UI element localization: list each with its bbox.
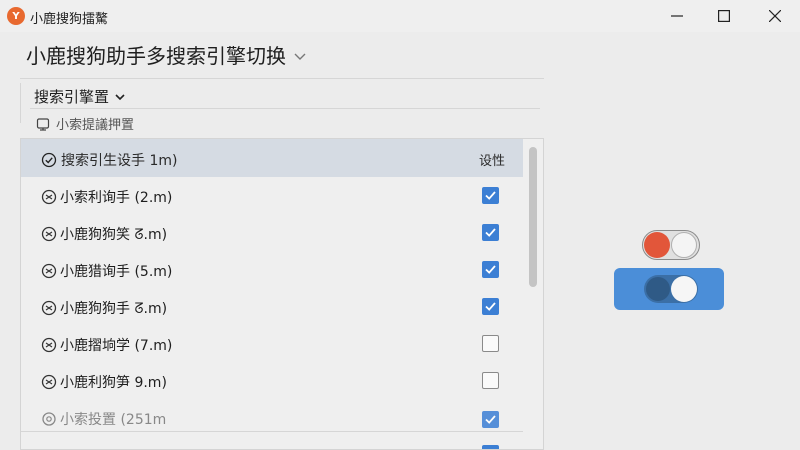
engine-settings-dropdown[interactable]: 搜索引擎置 (34, 86, 125, 107)
settings-doc-icon (36, 117, 50, 131)
list-item[interactable]: 小鹿利狗笋 9.m) (21, 362, 523, 399)
section-dropdown-label: 搜索引擎置 (34, 88, 110, 106)
list-item[interactable]: 小鹿摺垧学 (7.m) (21, 325, 523, 362)
engine-icon (41, 374, 57, 390)
checkmark-icon (485, 191, 496, 200)
sub-setting-link[interactable]: 小索提議押置 (36, 114, 134, 133)
checkmark-icon (485, 415, 496, 424)
list-item-label: 小鹿利狗笋 9.m) (60, 375, 167, 391)
list-header-name: 搜索引生设手 1m) (41, 150, 177, 170)
engine-icon (41, 263, 57, 279)
window-title: 小鹿搜狗擂驁 (30, 12, 109, 27)
list-item-label: 小鹿摺垧学 (7.m) (60, 338, 173, 354)
divider-vertical (20, 83, 21, 123)
page-title: 小鹿搜狗助手多搜索引擎切换 (26, 44, 286, 68)
toggle-switch-card[interactable] (614, 268, 724, 310)
list-item-label: 小鹿狗狗笑 ᘔ.m) (60, 227, 168, 243)
chevron-down-icon (115, 93, 125, 100)
maximize-icon (718, 10, 730, 22)
minimize-button[interactable] (654, 0, 700, 32)
minimize-icon (671, 15, 683, 17)
toggle-knob (671, 232, 697, 258)
search-engine-list: 搜索引生设手 1m) 设性 小索利询手 (2.m) 小鹿狗狗笑 ᘔ.m) 小鹿猎… (20, 138, 544, 450)
list-item[interactable]: 小鹿狗狗手 ᘔ.m) (21, 288, 523, 325)
list-scrollbar-thumb[interactable] (529, 147, 537, 287)
list-item[interactable]: 小鹿猎询手 (5.m) (21, 251, 523, 288)
list-item[interactable]: 小索利询手 (2.m) (21, 177, 523, 214)
app-logo-icon: Y (7, 7, 25, 25)
toggle-knob-indicator (644, 232, 670, 258)
close-icon (769, 10, 781, 22)
engine-checkbox[interactable] (482, 224, 499, 241)
chevron-down-icon (294, 53, 306, 60)
list-header-name-label: 搜索引生设手 1m) (61, 153, 178, 169)
list-item-label: 小鹿狗狗手 ᘔ.m) (60, 301, 168, 317)
checkmark-icon (485, 228, 496, 237)
engine-icon (41, 300, 57, 316)
divider (21, 431, 523, 432)
engine-checkbox[interactable] (482, 335, 499, 352)
list-header-row[interactable]: 搜索引生设手 1m) 设性 (21, 139, 523, 177)
toggle-switch[interactable] (644, 275, 698, 303)
toggle-knob (671, 276, 697, 302)
sub-setting-label: 小索提議押置 (56, 118, 135, 133)
list-item-label: 小鹿猎询手 (5.m) (60, 264, 173, 280)
check-circle-icon (41, 152, 57, 168)
checkmark-icon (485, 302, 496, 311)
list-item-label: 小索利询手 (2.m) (60, 190, 173, 206)
engine-checkbox[interactable] (482, 445, 499, 449)
divider (20, 78, 544, 79)
settings-icon (42, 412, 56, 426)
list-item-label: 小索投置 (251m (60, 412, 167, 428)
engine-checkbox[interactable] (482, 298, 499, 315)
engine-icon (41, 337, 57, 353)
close-button[interactable] (752, 0, 798, 32)
toggle-knob-indicator (646, 277, 670, 301)
list-header-setting: 设性 (479, 154, 506, 169)
divider (30, 108, 540, 109)
page-title-dropdown[interactable]: 小鹿搜狗助手多搜索引擎切换 (26, 40, 306, 69)
engine-icon (41, 226, 57, 242)
engine-checkbox[interactable] (482, 187, 499, 204)
engine-icon (41, 189, 57, 205)
toggle-switch[interactable] (642, 230, 700, 260)
engine-checkbox[interactable] (482, 411, 499, 428)
engine-checkbox[interactable] (482, 261, 499, 278)
title-bar: Y 小鹿搜狗擂驁 (0, 0, 800, 32)
maximize-button[interactable] (701, 0, 747, 32)
checkmark-icon (485, 265, 496, 274)
engine-checkbox[interactable] (482, 372, 499, 389)
list-item[interactable]: 小鹿狗狗笑 ᘔ.m) (21, 214, 523, 251)
